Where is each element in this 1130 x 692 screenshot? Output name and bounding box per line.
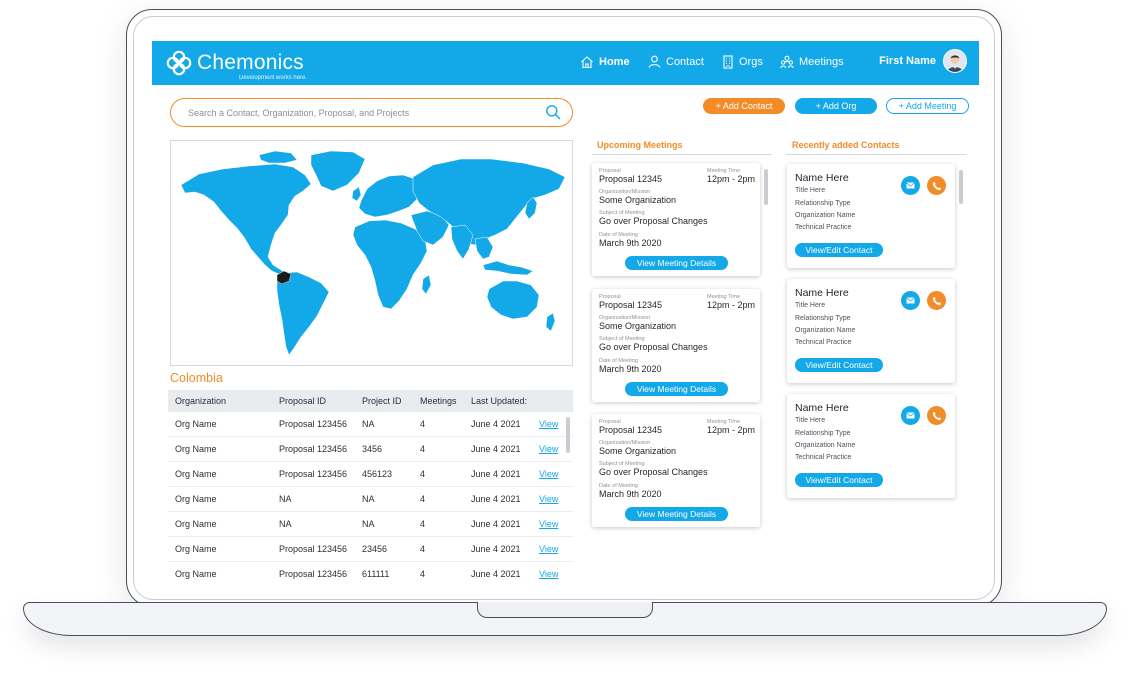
- user-icon: [648, 55, 661, 68]
- table-row: Org Name Proposal 123456 611111 4 June 4 202…: [168, 562, 573, 580]
- email-button[interactable]: [901, 406, 920, 425]
- header-project-id[interactable]: Project ID: [362, 396, 402, 406]
- home-icon: [581, 56, 593, 69]
- user-name: First Name: [879, 55, 936, 67]
- africa-shape[interactable]: [352, 219, 428, 310]
- recent-contacts-title: Recently added Contacts: [792, 140, 900, 150]
- user-menu[interactable]: First Name: [879, 49, 967, 73]
- search-input[interactable]: [188, 105, 528, 120]
- laptop-notch: [477, 602, 653, 618]
- meeting-card: Proposal Meeting Time Proposal 12345 12p…: [592, 289, 760, 402]
- arctic-islands-shape[interactable]: [258, 150, 298, 164]
- header-organization[interactable]: Organization: [175, 396, 226, 406]
- nav-home[interactable]: Home: [580, 55, 630, 69]
- header-proposal-id[interactable]: Proposal ID: [279, 396, 326, 406]
- view-meeting-details-button[interactable]: View Meeting Details: [625, 507, 728, 521]
- add-meeting-button[interactable]: + Add Meeting: [886, 98, 969, 114]
- search-icon[interactable]: [545, 104, 561, 120]
- chemonics-logo-icon: [166, 50, 192, 76]
- australia-shape[interactable]: [486, 280, 540, 320]
- divider: [592, 154, 772, 155]
- phone-icon: [932, 411, 941, 420]
- view-link[interactable]: View: [539, 419, 558, 429]
- people-icon: [780, 55, 794, 69]
- view-link[interactable]: View: [539, 444, 558, 454]
- north-america-shape[interactable]: [180, 163, 312, 276]
- organizations-table: Organization Proposal ID Project ID Meet…: [168, 390, 573, 580]
- email-button[interactable]: [901, 291, 920, 310]
- header-meetings[interactable]: Meetings: [420, 396, 457, 406]
- europe-shape[interactable]: [358, 174, 422, 218]
- southeast-asia-shape[interactable]: [474, 236, 494, 260]
- brand-name: Chemonics: [197, 51, 304, 74]
- table-row: Org Name Proposal 123456 23456 4 June 4 2021…: [168, 537, 573, 562]
- contact-name: Name Here: [795, 287, 849, 299]
- view-link[interactable]: View: [539, 494, 558, 504]
- phone-icon: [932, 296, 941, 305]
- view-edit-contact-button[interactable]: View/Edit Contact: [795, 243, 883, 257]
- email-icon: [906, 297, 915, 304]
- view-link[interactable]: View: [539, 544, 558, 554]
- greenland-shape[interactable]: [310, 150, 366, 192]
- contacts-scrollbar[interactable]: [959, 170, 963, 204]
- new-zealand-shape[interactable]: [545, 312, 556, 332]
- contact-card: Name Here Title Here Relationship Type O…: [787, 394, 955, 498]
- indonesia-shape[interactable]: [482, 260, 534, 276]
- table-header: Organization Proposal ID Project ID Meet…: [168, 390, 573, 412]
- south-america-shape[interactable]: [276, 271, 330, 356]
- email-icon: [906, 182, 915, 189]
- brand[interactable]: Chemonics Development works here.: [165, 47, 308, 81]
- app-screen: Chemonics Development works here. Home C…: [152, 41, 979, 580]
- view-meeting-details-button[interactable]: View Meeting Details: [625, 256, 728, 270]
- building-icon: [723, 55, 733, 69]
- table-row: Org Name NA NA 4 June 4 2021 View: [168, 512, 573, 537]
- table-row: Org Name Proposal 123456 NA 4 June 4 2021 Vie…: [168, 412, 573, 437]
- email-button[interactable]: [901, 176, 920, 195]
- nav-meetings[interactable]: Meetings: [780, 55, 844, 69]
- top-nav: Chemonics Development works here. Home C…: [152, 41, 979, 85]
- phone-icon: [932, 181, 941, 190]
- upcoming-meetings-title: Upcoming Meetings: [597, 140, 683, 150]
- divider: [786, 154, 967, 155]
- view-edit-contact-button[interactable]: View/Edit Contact: [795, 473, 883, 487]
- call-button[interactable]: [927, 176, 946, 195]
- brand-tagline: Development works here.: [239, 75, 308, 81]
- world-map-svg: [180, 150, 566, 356]
- contact-card: Name Here Title Here Relationship Type O…: [787, 279, 955, 383]
- add-org-button[interactable]: + Add Org: [795, 98, 877, 114]
- header-last-updated[interactable]: Last Updated:: [471, 396, 527, 406]
- contact-name: Name Here: [795, 172, 849, 184]
- call-button[interactable]: [927, 291, 946, 310]
- search-bar: [170, 98, 573, 127]
- nav-contact[interactable]: Contact: [648, 55, 704, 68]
- meeting-card: Proposal Meeting Time Proposal 12345 12p…: [592, 163, 760, 276]
- view-link[interactable]: View: [539, 569, 558, 579]
- add-contact-button[interactable]: + Add Contact: [703, 98, 785, 114]
- meeting-card: Proposal Meeting Time Proposal 12345 12p…: [592, 414, 760, 527]
- email-icon: [906, 412, 915, 419]
- meetings-scrollbar[interactable]: [764, 169, 768, 205]
- uk-shape[interactable]: [351, 186, 362, 202]
- table-scrollbar[interactable]: [566, 417, 570, 453]
- contact-card: Name Here Title Here Relationship Type O…: [787, 164, 955, 268]
- view-meeting-details-button[interactable]: View Meeting Details: [625, 382, 728, 396]
- table-row: Org Name Proposal 123456 3456 4 June 4 2021 V…: [168, 437, 573, 462]
- avatar[interactable]: [943, 49, 967, 73]
- laptop-mockup: Chemonics Development works here. Home C…: [0, 0, 1130, 692]
- world-map[interactable]: [170, 140, 573, 366]
- call-button[interactable]: [927, 406, 946, 425]
- table-row: Org Name NA NA 4 June 4 2021 View: [168, 487, 573, 512]
- avatar-person-icon: [944, 50, 966, 72]
- view-link[interactable]: View: [539, 469, 558, 479]
- view-edit-contact-button[interactable]: View/Edit Contact: [795, 358, 883, 372]
- contact-name: Name Here: [795, 402, 849, 414]
- table-row: Org Name Proposal 123456 456123 4 June 4 202…: [168, 462, 573, 487]
- madagascar-shape[interactable]: [421, 274, 432, 295]
- selected-country-title: Colombia: [170, 371, 223, 385]
- view-link[interactable]: View: [539, 519, 558, 529]
- nav-orgs[interactable]: Orgs: [722, 55, 763, 69]
